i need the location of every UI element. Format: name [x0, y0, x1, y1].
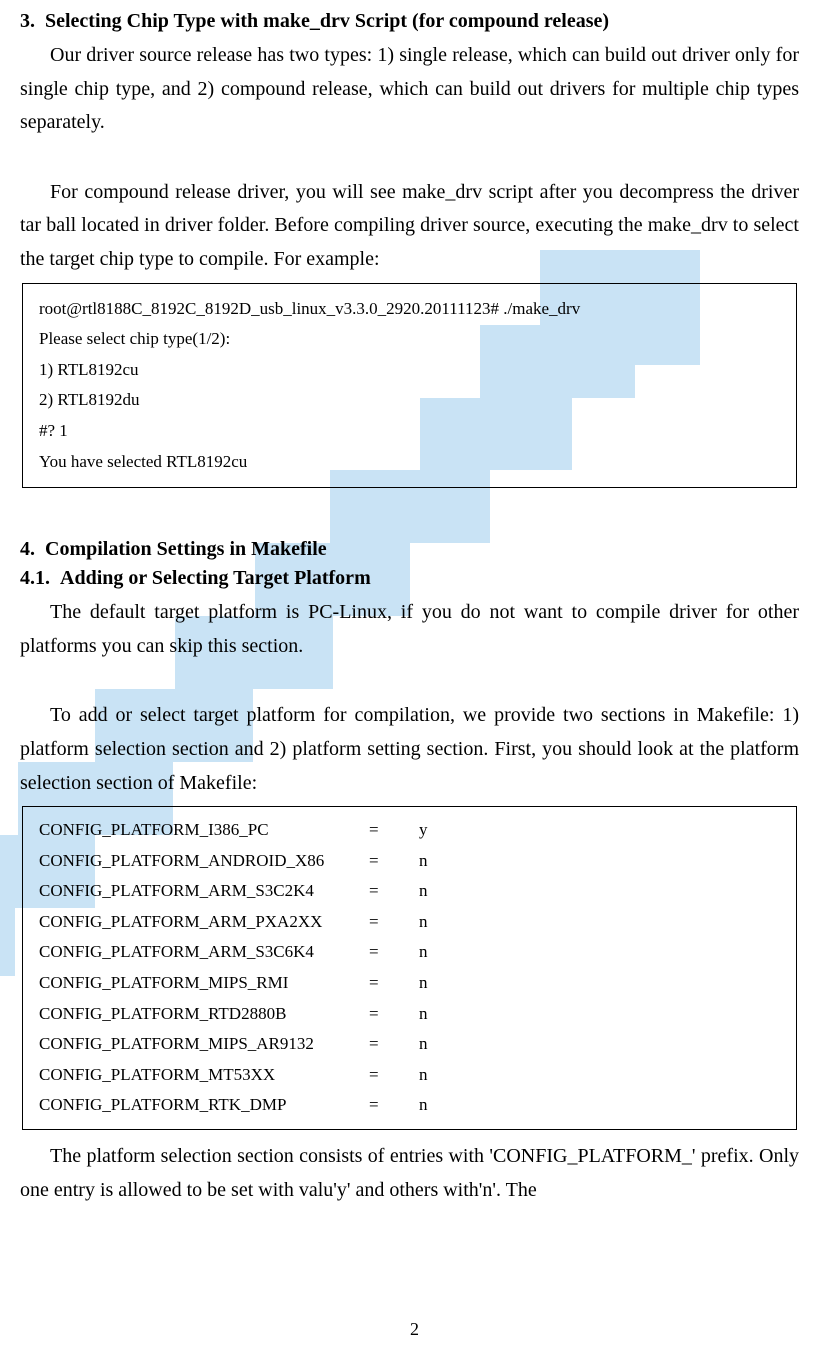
- section-3-para-1: Our driver source release has two types:…: [20, 39, 799, 140]
- section-4-1-heading: 4.1. Adding or Selecting Target Platform: [20, 567, 799, 590]
- config-eq: =: [369, 968, 419, 999]
- section-3-heading: 3. Selecting Chip Type with make_drv Scr…: [20, 10, 799, 33]
- config-name: CONFIG_PLATFORM_MIPS_RMI: [39, 968, 369, 999]
- config-name: CONFIG_PLATFORM_MIPS_AR9132: [39, 1029, 369, 1060]
- section-number: 3.: [20, 10, 35, 32]
- terminal-line: You have selected RTL8192cu: [39, 447, 780, 478]
- closing-para: The platform selection section consists …: [20, 1140, 799, 1207]
- section-title: Selecting Chip Type with make_drv Script…: [45, 10, 609, 32]
- config-val: n: [419, 846, 780, 877]
- config-name: CONFIG_PLATFORM_ARM_S3C6K4: [39, 937, 369, 968]
- section-number: 4.: [20, 538, 35, 560]
- config-val: n: [419, 876, 780, 907]
- config-val: n: [419, 968, 780, 999]
- terminal-line: 1) RTL8192cu: [39, 355, 780, 386]
- config-name: CONFIG_PLATFORM_RTK_DMP: [39, 1090, 369, 1121]
- subsection-number: 4.1.: [20, 567, 50, 589]
- config-name: CONFIG_PLATFORM_RTD2880B: [39, 999, 369, 1030]
- section-4-1-para-2: To add or select target platform for com…: [20, 699, 799, 800]
- config-row: CONFIG_PLATFORM_ANDROID_X86 = n: [39, 846, 780, 877]
- config-name: CONFIG_PLATFORM_ARM_S3C2K4: [39, 876, 369, 907]
- config-val: n: [419, 1060, 780, 1091]
- config-eq: =: [369, 1060, 419, 1091]
- terminal-output-box: root@rtl8188C_8192C_8192D_usb_linux_v3.3…: [22, 283, 797, 489]
- config-eq: =: [369, 815, 419, 846]
- config-row: CONFIG_PLATFORM_ARM_S3C2K4 = n: [39, 876, 780, 907]
- config-val: n: [419, 1029, 780, 1060]
- section-4-heading: 4. Compilation Settings in Makefile: [20, 538, 799, 561]
- config-eq: =: [369, 876, 419, 907]
- section-4-1-para-1: The default target platform is PC-Linux,…: [20, 596, 799, 663]
- config-eq: =: [369, 1090, 419, 1121]
- config-val: n: [419, 1090, 780, 1121]
- terminal-line: Please select chip type(1/2):: [39, 324, 780, 355]
- makefile-config-box: CONFIG_PLATFORM_I386_PC = y CONFIG_PLATF…: [22, 806, 797, 1130]
- section-3-para-2: For compound release driver, you will se…: [20, 176, 799, 277]
- config-row: CONFIG_PLATFORM_MIPS_AR9132 = n: [39, 1029, 780, 1060]
- subsection-title: Adding or Selecting Target Platform: [60, 567, 371, 589]
- config-row: CONFIG_PLATFORM_MIPS_RMI = n: [39, 968, 780, 999]
- config-row: CONFIG_PLATFORM_MT53XX = n: [39, 1060, 780, 1091]
- config-eq: =: [369, 999, 419, 1030]
- config-eq: =: [369, 1029, 419, 1060]
- page-number: 2: [0, 1319, 829, 1340]
- config-name: CONFIG_PLATFORM_MT53XX: [39, 1060, 369, 1091]
- config-eq: =: [369, 846, 419, 877]
- config-name: CONFIG_PLATFORM_ARM_PXA2XX: [39, 907, 369, 938]
- config-val: y: [419, 815, 780, 846]
- config-row: CONFIG_PLATFORM_RTK_DMP = n: [39, 1090, 780, 1121]
- config-eq: =: [369, 907, 419, 938]
- config-row: CONFIG_PLATFORM_I386_PC = y: [39, 815, 780, 846]
- config-row: CONFIG_PLATFORM_ARM_PXA2XX = n: [39, 907, 780, 938]
- config-row: CONFIG_PLATFORM_RTD2880B = n: [39, 999, 780, 1030]
- terminal-line: #? 1: [39, 416, 780, 447]
- section-title: Compilation Settings in Makefile: [45, 538, 327, 560]
- config-val: n: [419, 999, 780, 1030]
- config-eq: =: [369, 937, 419, 968]
- config-val: n: [419, 937, 780, 968]
- config-name: CONFIG_PLATFORM_ANDROID_X86: [39, 846, 369, 877]
- config-val: n: [419, 907, 780, 938]
- config-name: CONFIG_PLATFORM_I386_PC: [39, 815, 369, 846]
- terminal-line: 2) RTL8192du: [39, 385, 780, 416]
- terminal-line: root@rtl8188C_8192C_8192D_usb_linux_v3.3…: [39, 294, 780, 325]
- config-row: CONFIG_PLATFORM_ARM_S3C6K4 = n: [39, 937, 780, 968]
